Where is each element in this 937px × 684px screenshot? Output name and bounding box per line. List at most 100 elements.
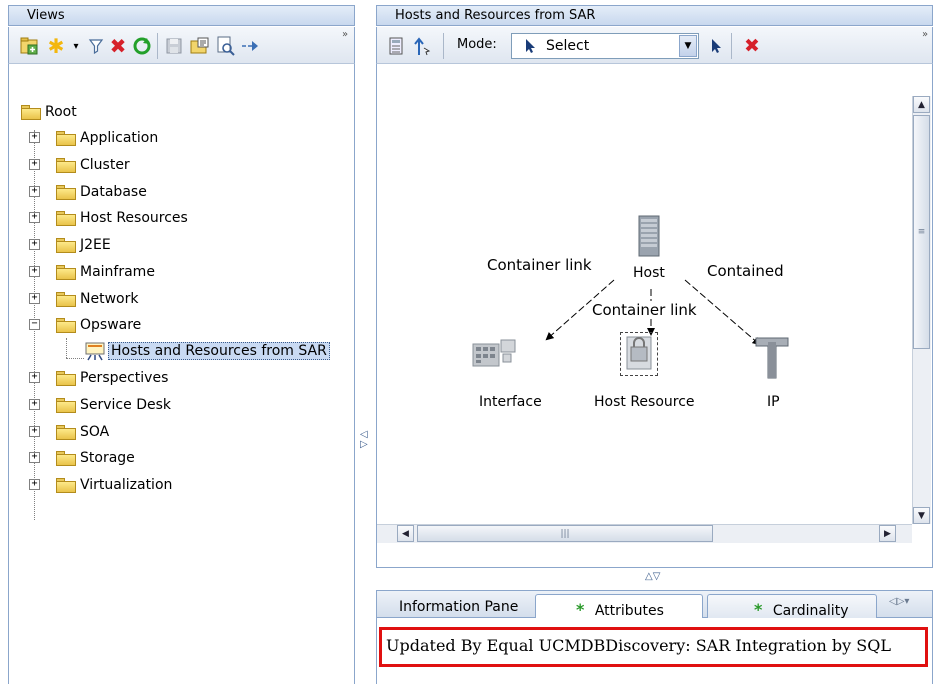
scroll-left-icon[interactable]: ◀ <box>397 525 414 542</box>
tree-item-label: Virtualization <box>80 477 173 493</box>
expand-icon[interactable]: + <box>29 266 40 277</box>
tree-item-mainframe[interactable]: + Mainframe <box>29 261 155 283</box>
folder-icon <box>56 264 76 280</box>
expand-icon[interactable]: + <box>29 452 40 463</box>
toolbar-more-icon[interactable]: » <box>342 29 348 40</box>
select-pointer-icon[interactable] <box>705 35 727 57</box>
toolbar-separator <box>443 33 444 59</box>
tree-item-storage[interactable]: + Storage <box>29 447 135 469</box>
expand-icon[interactable]: + <box>29 399 40 410</box>
properties-icon[interactable] <box>189 35 211 57</box>
attribute-text: Updated By Equal UCMDBDiscovery: SAR Int… <box>386 636 891 655</box>
folder-open-icon <box>21 104 41 120</box>
tab-information-pane[interactable]: Information Pane <box>399 594 518 619</box>
expand-icon[interactable]: + <box>29 212 40 223</box>
folder-icon <box>56 130 76 146</box>
tree-item-label: Service Desk <box>80 397 171 413</box>
host-icon[interactable] <box>636 214 662 258</box>
expand-icon[interactable]: + <box>29 426 40 437</box>
tree-item-label: Database <box>80 184 147 200</box>
folder-icon <box>56 370 76 386</box>
collapse-icon[interactable]: − <box>29 319 40 330</box>
node-label-host: Host <box>631 265 667 281</box>
tree-item-virtualization[interactable]: + Virtualization <box>29 474 172 496</box>
expand-icon[interactable]: + <box>29 239 40 250</box>
scroll-down-icon[interactable]: ▼ <box>913 507 930 524</box>
scroll-right-icon[interactable]: ▶ <box>879 525 896 542</box>
vertical-splitter[interactable]: ◁▷ <box>360 430 372 450</box>
expand-icon[interactable]: + <box>29 479 40 490</box>
save-icon[interactable] <box>163 35 185 57</box>
expand-icon[interactable]: + <box>29 186 40 197</box>
horizontal-scroll-thumb[interactable]: ||| <box>417 525 713 542</box>
tab-scroll-icon[interactable]: ◁▷▾ <box>889 596 909 607</box>
folder-icon <box>56 424 76 440</box>
folder-icon <box>56 450 76 466</box>
map-toolbar: Mode: Select ▼ ✖ » <box>376 27 933 64</box>
node-label-interface: Interface <box>479 394 542 410</box>
tab-cardinality[interactable]: * Cardinality <box>707 594 877 619</box>
tree-item-opsware[interactable]: − Opsware <box>29 314 141 336</box>
tree-root[interactable]: Root <box>21 101 77 123</box>
vertical-scroll-thumb[interactable]: ≡ <box>913 115 930 349</box>
tree-item-service-desk[interactable]: + Service Desk <box>29 394 171 416</box>
host-resource-node[interactable] <box>620 332 658 376</box>
folder-icon <box>56 184 76 200</box>
refresh-icon[interactable] <box>131 35 153 57</box>
interface-icon[interactable] <box>471 336 521 374</box>
tree-item-label: Perspectives <box>80 370 169 386</box>
views-tree-panel: Root + Application + Cluster + Database … <box>8 64 355 684</box>
calculator-icon[interactable] <box>385 35 407 57</box>
pointer-icon <box>526 39 535 53</box>
delete-icon[interactable]: ✖ <box>741 35 763 57</box>
horizontal-splitter[interactable]: △▽ <box>645 571 660 582</box>
tree-item-database[interactable]: + Database <box>29 181 147 203</box>
expand-icon[interactable]: + <box>29 132 40 143</box>
tree-item-application[interactable]: + Application <box>29 127 158 149</box>
tree-item-host-resources[interactable]: + Host Resources <box>29 207 188 229</box>
new-view-icon[interactable] <box>19 35 41 57</box>
layout-arrow-icon[interactable] <box>411 35 433 57</box>
tab-cardinality-label: Cardinality <box>772 603 849 619</box>
scroll-up-icon[interactable]: ▲ <box>913 96 930 113</box>
preview-icon[interactable] <box>215 35 237 57</box>
vertical-scrollbar[interactable]: ▲ ≡ ▼ <box>912 96 931 524</box>
tree-item-cluster[interactable]: + Cluster <box>29 154 130 176</box>
tree-item-label: J2EE <box>80 237 111 253</box>
link-label-left: Container link <box>487 256 592 274</box>
folder-open-icon <box>56 317 76 333</box>
dropdown-arrow-icon[interactable]: ▼ <box>679 35 697 57</box>
dropdown-arrow-icon[interactable]: ▾ <box>65 35 87 57</box>
tree-item-label: Mainframe <box>80 264 155 280</box>
folder-icon <box>56 397 76 413</box>
folder-icon <box>56 291 76 307</box>
link-label-center: Container link <box>592 301 697 319</box>
mode-select[interactable]: Select ▼ <box>511 33 699 59</box>
expand-icon[interactable]: + <box>29 159 40 170</box>
view-icon <box>85 342 105 361</box>
views-title-label: Views <box>27 8 65 23</box>
new-item-star-icon[interactable]: ✱ <box>45 34 67 58</box>
delete-icon[interactable]: ✖ <box>107 34 129 58</box>
tree-root-label: Root <box>45 104 77 120</box>
tree-item-label-selected: Hosts and Resources from SAR <box>108 342 330 360</box>
topology-map-canvas[interactable]: Host Interface Host Resource IP Containe… <box>376 64 933 568</box>
tree-line <box>66 358 84 359</box>
tree-item-perspectives[interactable]: + Perspectives <box>29 367 168 389</box>
filter-icon[interactable] <box>85 35 107 57</box>
expand-icon[interactable]: + <box>29 372 40 383</box>
tree-item-soa[interactable]: + SOA <box>29 421 109 443</box>
tree-item-j2ee[interactable]: + J2EE <box>29 234 111 256</box>
tree-item-label: Network <box>80 291 139 307</box>
map-panel-title: Hosts and Resources from SAR <box>376 5 933 26</box>
map-title-label: Hosts and Resources from SAR <box>395 8 596 23</box>
ip-icon[interactable] <box>752 332 792 380</box>
toolbar-more-icon[interactable]: » <box>922 29 928 40</box>
tree-item-network[interactable]: + Network <box>29 288 138 310</box>
expand-icon[interactable]: + <box>29 293 40 304</box>
tab-attributes[interactable]: * Attributes <box>535 594 703 619</box>
go-to-icon[interactable] <box>239 35 261 57</box>
horizontal-scrollbar[interactable]: ◀ ||| ▶ <box>377 524 912 543</box>
tree-item-hosts-and-resources-from-sar[interactable]: Hosts and Resources from SAR <box>84 340 330 362</box>
tree-item-label: Host Resources <box>80 210 188 226</box>
